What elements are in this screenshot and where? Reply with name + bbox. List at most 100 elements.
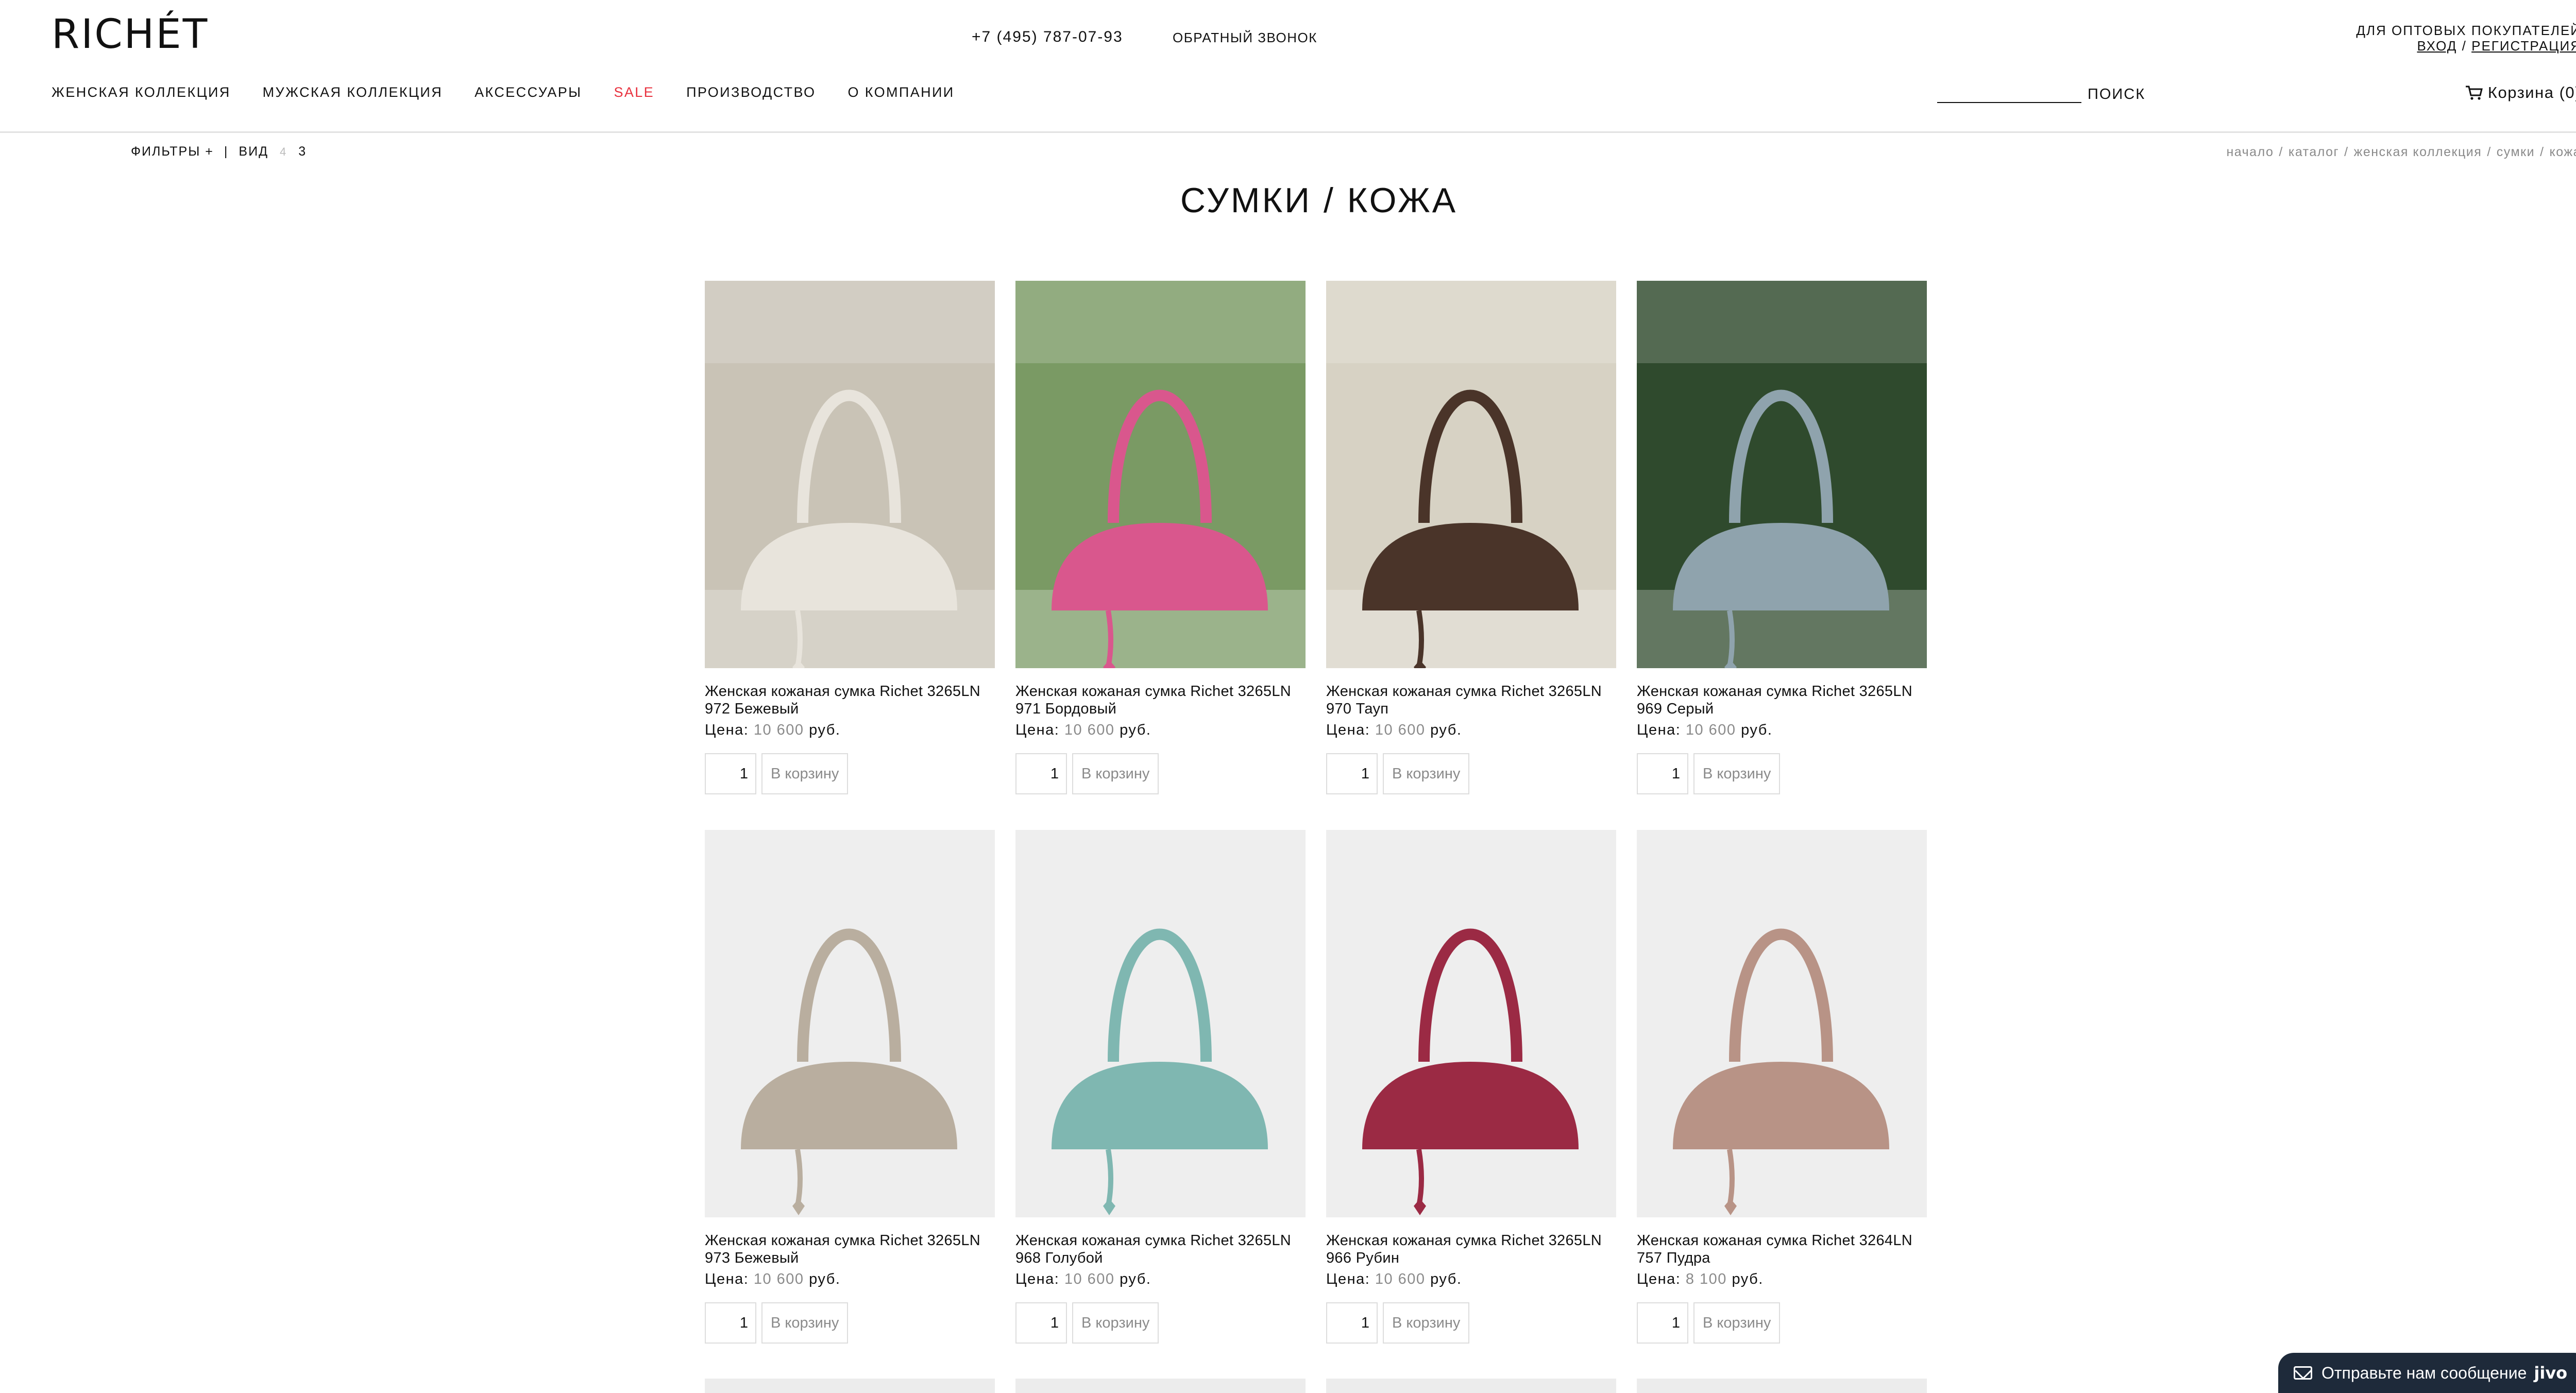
product-card: Женская кожаная сумка Richet 3265LN 972 …: [705, 281, 995, 830]
buy-controls: В корзину: [705, 1302, 995, 1344]
add-to-cart-button[interactable]: В корзину: [1693, 1302, 1781, 1344]
product-image[interactable]: [705, 281, 995, 668]
add-to-cart-button[interactable]: В корзину: [1693, 753, 1781, 794]
add-to-cart-button[interactable]: В корзину: [1383, 753, 1470, 794]
search-form: ПОИСК: [1937, 82, 2145, 103]
product-card: Женская кожаная сумка Richet 3264LN 757 …: [1637, 830, 1927, 1379]
product-grid: Женская кожаная сумка Richet 3265LN 972 …: [705, 281, 1928, 1379]
quantity-input[interactable]: [1326, 753, 1378, 794]
product-image-preview: [1326, 1379, 1616, 1393]
nav-accessories[interactable]: АКСЕССУАРЫ: [474, 84, 582, 100]
callback-link[interactable]: ОБРАТНЫЙ ЗВОНОК: [1173, 30, 1317, 46]
product-image-preview: [1637, 1379, 1927, 1393]
product-image-preview: [1015, 1379, 1306, 1393]
price-label: Цена:: [1015, 722, 1060, 738]
price-label: Цена:: [1326, 722, 1370, 738]
price-value: 10 600: [1375, 1271, 1426, 1287]
buy-controls: В корзину: [1015, 753, 1306, 794]
price-currency: руб.: [1430, 1271, 1462, 1287]
product-card: Женская кожаная сумка Richet 3265LN 966 …: [1326, 830, 1616, 1379]
product-name[interactable]: Женская кожаная сумка Richet 3265LN 973 …: [705, 1232, 995, 1267]
price-value: 10 600: [1064, 722, 1115, 738]
product-image[interactable]: [1637, 830, 1927, 1217]
product-image[interactable]: [1015, 281, 1306, 668]
product-image[interactable]: [1637, 281, 1927, 668]
envelope-icon: [2294, 1366, 2312, 1380]
view-option-4[interactable]: 4: [280, 145, 287, 159]
product-image[interactable]: [1015, 830, 1306, 1217]
quantity-input[interactable]: [1637, 1302, 1688, 1344]
nav-men[interactable]: МУЖСКАЯ КОЛЛЕКЦИЯ: [263, 84, 443, 100]
auth-separator: /: [2462, 38, 2467, 54]
quantity-input[interactable]: [705, 1302, 756, 1344]
buy-controls: В корзину: [1637, 753, 1927, 794]
quantity-input[interactable]: [1637, 753, 1688, 794]
nav-production[interactable]: ПРОИЗВОДСТВО: [686, 84, 816, 100]
register-link[interactable]: РЕГИСТРАЦИЯ: [2471, 38, 2576, 54]
price-label: Цена:: [1637, 1271, 1681, 1287]
login-link[interactable]: ВХОД: [2417, 38, 2457, 54]
filters-toggle[interactable]: ФИЛЬТРЫ +: [131, 144, 214, 159]
breadcrumb-women[interactable]: женская коллекция: [2354, 145, 2482, 159]
add-to-cart-button[interactable]: В корзину: [761, 1302, 849, 1344]
product-image[interactable]: [1326, 281, 1616, 668]
product-name[interactable]: Женская кожаная сумка Richet 3264LN 757 …: [1637, 1232, 1927, 1267]
add-to-cart-button[interactable]: В корзину: [761, 753, 849, 794]
view-label: ВИД: [239, 144, 268, 159]
breadcrumb-catalog[interactable]: каталог: [2289, 145, 2339, 159]
buy-controls: В корзину: [1637, 1302, 1927, 1344]
price-currency: руб.: [809, 722, 841, 738]
toolbar-divider: |: [224, 144, 229, 159]
chat-label: Отправьте нам сообщение: [2321, 1363, 2527, 1382]
catalog-toolbar: ФИЛЬТРЫ + | ВИД 4 3: [131, 144, 307, 159]
search-button[interactable]: ПОИСК: [2088, 86, 2145, 103]
add-to-cart-button[interactable]: В корзину: [1383, 1302, 1470, 1344]
cart-link[interactable]: Корзина (0): [2465, 83, 2576, 102]
buy-controls: В корзину: [1326, 753, 1616, 794]
price-currency: руб.: [1741, 722, 1773, 738]
main-nav: ЖЕНСКАЯ КОЛЛЕКЦИЯ МУЖСКАЯ КОЛЛЕКЦИЯ АКСЕ…: [52, 84, 987, 100]
quantity-input[interactable]: [1326, 1302, 1378, 1344]
next-row-preview: [705, 1379, 1927, 1393]
wholesale-block: ДЛЯ ОПТОВЫХ ПОКУПАТЕЛЕЙ ВХОД / РЕГИСТРАЦ…: [2356, 23, 2576, 54]
view-option-3[interactable]: 3: [298, 144, 307, 159]
product-name[interactable]: Женская кожаная сумка Richet 3265LN 969 …: [1637, 683, 1927, 718]
product-image[interactable]: [1326, 830, 1616, 1217]
chat-widget[interactable]: Отправьте нам сообщение jivo: [2278, 1353, 2576, 1393]
page-title: СУМКИ / КОЖА: [1180, 181, 1458, 220]
price-label: Цена:: [705, 722, 749, 738]
nav-women[interactable]: ЖЕНСКАЯ КОЛЛЕКЦИЯ: [52, 84, 231, 100]
product-price: Цена: 10 600 руб.: [1326, 722, 1616, 739]
breadcrumb-bags[interactable]: сумки: [2497, 145, 2535, 159]
product-name[interactable]: Женская кожаная сумка Richet 3265LN 971 …: [1015, 683, 1306, 718]
logo[interactable]: RICHÉT: [52, 11, 209, 58]
quantity-input[interactable]: [1015, 1302, 1067, 1344]
add-to-cart-button[interactable]: В корзину: [1072, 753, 1159, 794]
product-price: Цена: 8 100 руб.: [1637, 1271, 1927, 1288]
product-name[interactable]: Женская кожаная сумка Richet 3265LN 968 …: [1015, 1232, 1306, 1267]
quantity-input[interactable]: [1015, 753, 1067, 794]
price-currency: руб.: [1732, 1271, 1764, 1287]
search-input[interactable]: [1937, 82, 2081, 103]
product-price: Цена: 10 600 руб.: [1015, 1271, 1306, 1288]
breadcrumb-home[interactable]: начало: [2227, 145, 2274, 159]
product-price: Цена: 10 600 руб.: [705, 722, 995, 739]
price-currency: руб.: [809, 1271, 841, 1287]
product-name[interactable]: Женская кожаная сумка Richet 3265LN 972 …: [705, 683, 995, 718]
price-currency: руб.: [1430, 722, 1462, 738]
nav-about[interactable]: О КОМПАНИИ: [848, 84, 954, 100]
nav-sale[interactable]: SALE: [614, 84, 654, 100]
product-image[interactable]: [705, 830, 995, 1217]
price-value: 10 600: [1064, 1271, 1115, 1287]
add-to-cart-button[interactable]: В корзину: [1072, 1302, 1159, 1344]
product-card: Женская кожаная сумка Richet 3265LN 971 …: [1015, 281, 1306, 830]
product-name[interactable]: Женская кожаная сумка Richet 3265LN 970 …: [1326, 683, 1616, 718]
phone-number[interactable]: +7 (495) 787-07-93: [972, 28, 1123, 46]
price-value: 10 600: [753, 722, 804, 738]
product-card: Женская кожаная сумка Richet 3265LN 973 …: [705, 830, 995, 1379]
cart-label: Корзина (0): [2487, 83, 2576, 101]
product-card: Женская кожаная сумка Richet 3265LN 968 …: [1015, 830, 1306, 1379]
quantity-input[interactable]: [705, 753, 756, 794]
product-name[interactable]: Женская кожаная сумка Richet 3265LN 966 …: [1326, 1232, 1616, 1267]
price-label: Цена:: [705, 1271, 749, 1287]
